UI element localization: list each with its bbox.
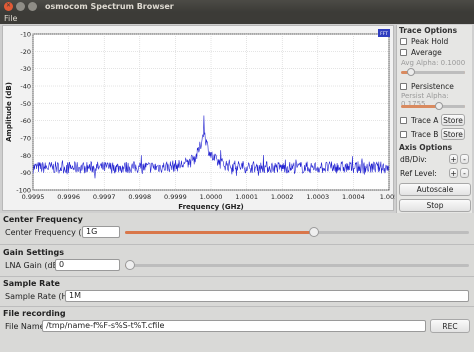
rec-button[interactable]: REC xyxy=(430,319,470,333)
avg-alpha-slider[interactable] xyxy=(401,68,465,76)
db-div-plus-button[interactable]: + xyxy=(449,154,458,164)
persistence-label: Persistence xyxy=(411,82,454,91)
y-tick-label: -90 xyxy=(20,169,31,177)
trace-a-label: Trace A xyxy=(411,116,439,125)
ref-level-label: Ref Level: xyxy=(400,169,437,178)
stop-button[interactable]: Stop xyxy=(399,199,471,212)
trace-b-label: Trace B xyxy=(411,130,439,139)
separator xyxy=(0,306,474,307)
db-div-label: dB/Div: xyxy=(400,155,427,164)
menu-bar: File xyxy=(0,12,474,24)
center-frequency-input[interactable]: 1G xyxy=(82,226,120,238)
peak-hold-checkbox[interactable]: Peak Hold xyxy=(400,37,448,46)
center-frequency-slider-knob[interactable] xyxy=(309,227,319,237)
axis-options-title: Axis Options xyxy=(399,143,453,152)
avg-alpha-track xyxy=(411,71,465,74)
lna-gain-slider-knob[interactable] xyxy=(125,260,135,270)
trace-b-checkbox[interactable]: Trace B xyxy=(400,130,438,139)
trace-a-checkbox[interactable]: Trace A xyxy=(400,116,438,125)
fft-badge-label: FFT xyxy=(380,31,388,37)
lna-gain-input[interactable]: 0 xyxy=(55,259,120,271)
store-trace-a-button[interactable]: Store xyxy=(441,114,465,126)
x-tick-label: 1.0003 xyxy=(306,193,329,201)
average-box[interactable] xyxy=(400,49,407,56)
persist-alpha-slider[interactable] xyxy=(401,102,465,110)
x-tick-label: 0.9996 xyxy=(57,193,80,201)
peak-hold-label: Peak Hold xyxy=(411,37,449,46)
menu-file[interactable]: File xyxy=(4,14,17,23)
center-frequency-section-title: Center Frequency xyxy=(3,215,83,224)
y-tick-label: -30 xyxy=(20,65,31,73)
separator xyxy=(0,244,474,245)
y-axis-label: Amplitude (dB) xyxy=(5,82,13,142)
y-tick-label: -80 xyxy=(20,152,31,160)
store-trace-b-button[interactable]: Store xyxy=(441,128,465,140)
x-tick-label: 1.0000 xyxy=(200,193,223,201)
average-label: Average xyxy=(411,48,442,57)
persistence-checkbox[interactable]: Persistence xyxy=(400,82,454,91)
file-recording-section-title: File recording xyxy=(3,309,66,318)
average-checkbox[interactable]: Average xyxy=(400,48,442,57)
db-div-minus-button[interactable]: - xyxy=(460,154,469,164)
x-tick-label: 1.0004 xyxy=(342,193,365,201)
ref-level-minus-button[interactable]: - xyxy=(460,168,469,178)
y-tick-label: -60 xyxy=(20,117,31,125)
autoscale-button[interactable]: Autoscale xyxy=(399,183,471,196)
trace-a-box[interactable] xyxy=(400,117,407,124)
lna-gain-slider[interactable] xyxy=(125,260,469,270)
y-tick-label: -70 xyxy=(20,135,31,143)
separator xyxy=(0,276,474,277)
avg-alpha-knob[interactable] xyxy=(407,68,415,76)
y-tick-label: -100 xyxy=(16,187,31,195)
file-name-label: File Name: xyxy=(5,322,48,331)
persist-alpha-knob[interactable] xyxy=(435,102,443,110)
x-axis-label: Frequency (GHz) xyxy=(178,203,244,211)
x-tick-label: 0.9999 xyxy=(164,193,187,201)
persistence-box[interactable] xyxy=(400,83,407,90)
sample-rate-input[interactable]: 1M xyxy=(65,290,469,302)
gain-section-title: Gain Settings xyxy=(3,248,64,257)
spectrum-plot[interactable]: 0.9995 0.9996 0.9997 0.9998 0.9999 1.0000 1.00… xyxy=(2,25,395,212)
ref-level-plus-button[interactable]: + xyxy=(449,168,458,178)
trace-b-box[interactable] xyxy=(400,131,407,138)
y-tick-label: -20 xyxy=(20,48,31,56)
x-tick-label: 1.0001 xyxy=(235,193,258,201)
minimize-window-button[interactable] xyxy=(16,1,25,11)
y-tick-label: -40 xyxy=(20,83,31,91)
side-panel: Trace Options Peak Hold Average Avg Alph… xyxy=(396,25,472,213)
x-tick-label: 0.9997 xyxy=(93,193,116,201)
close-window-button[interactable]: ✕ xyxy=(4,1,13,11)
title-bar: ✕ osmocom Spectrum Browser xyxy=(0,0,474,12)
x-tick-label: 1.0002 xyxy=(271,193,294,201)
x-tick-label: 1.005 xyxy=(380,193,395,201)
spectrum-chart[interactable]: 0.9995 0.9996 0.9997 0.9998 0.9999 1.0000 1.00… xyxy=(3,26,395,212)
center-frequency-slider-fill xyxy=(125,231,314,234)
avg-alpha-label: Avg Alpha: 0.1000 xyxy=(401,59,466,67)
y-tick-label: -10 xyxy=(20,31,31,39)
sample-rate-section-title: Sample Rate xyxy=(3,279,60,288)
file-name-input[interactable]: /tmp/name-f%F-s%S-t%T.cfile xyxy=(42,320,426,332)
window-title: osmocom Spectrum Browser xyxy=(45,1,174,11)
center-frequency-slider[interactable] xyxy=(125,227,469,237)
maximize-window-button[interactable] xyxy=(28,1,37,11)
x-tick-label: 0.9998 xyxy=(128,193,151,201)
peak-hold-box[interactable] xyxy=(400,38,407,45)
trace-options-title: Trace Options xyxy=(399,26,458,35)
y-tick-label: -50 xyxy=(20,100,31,108)
